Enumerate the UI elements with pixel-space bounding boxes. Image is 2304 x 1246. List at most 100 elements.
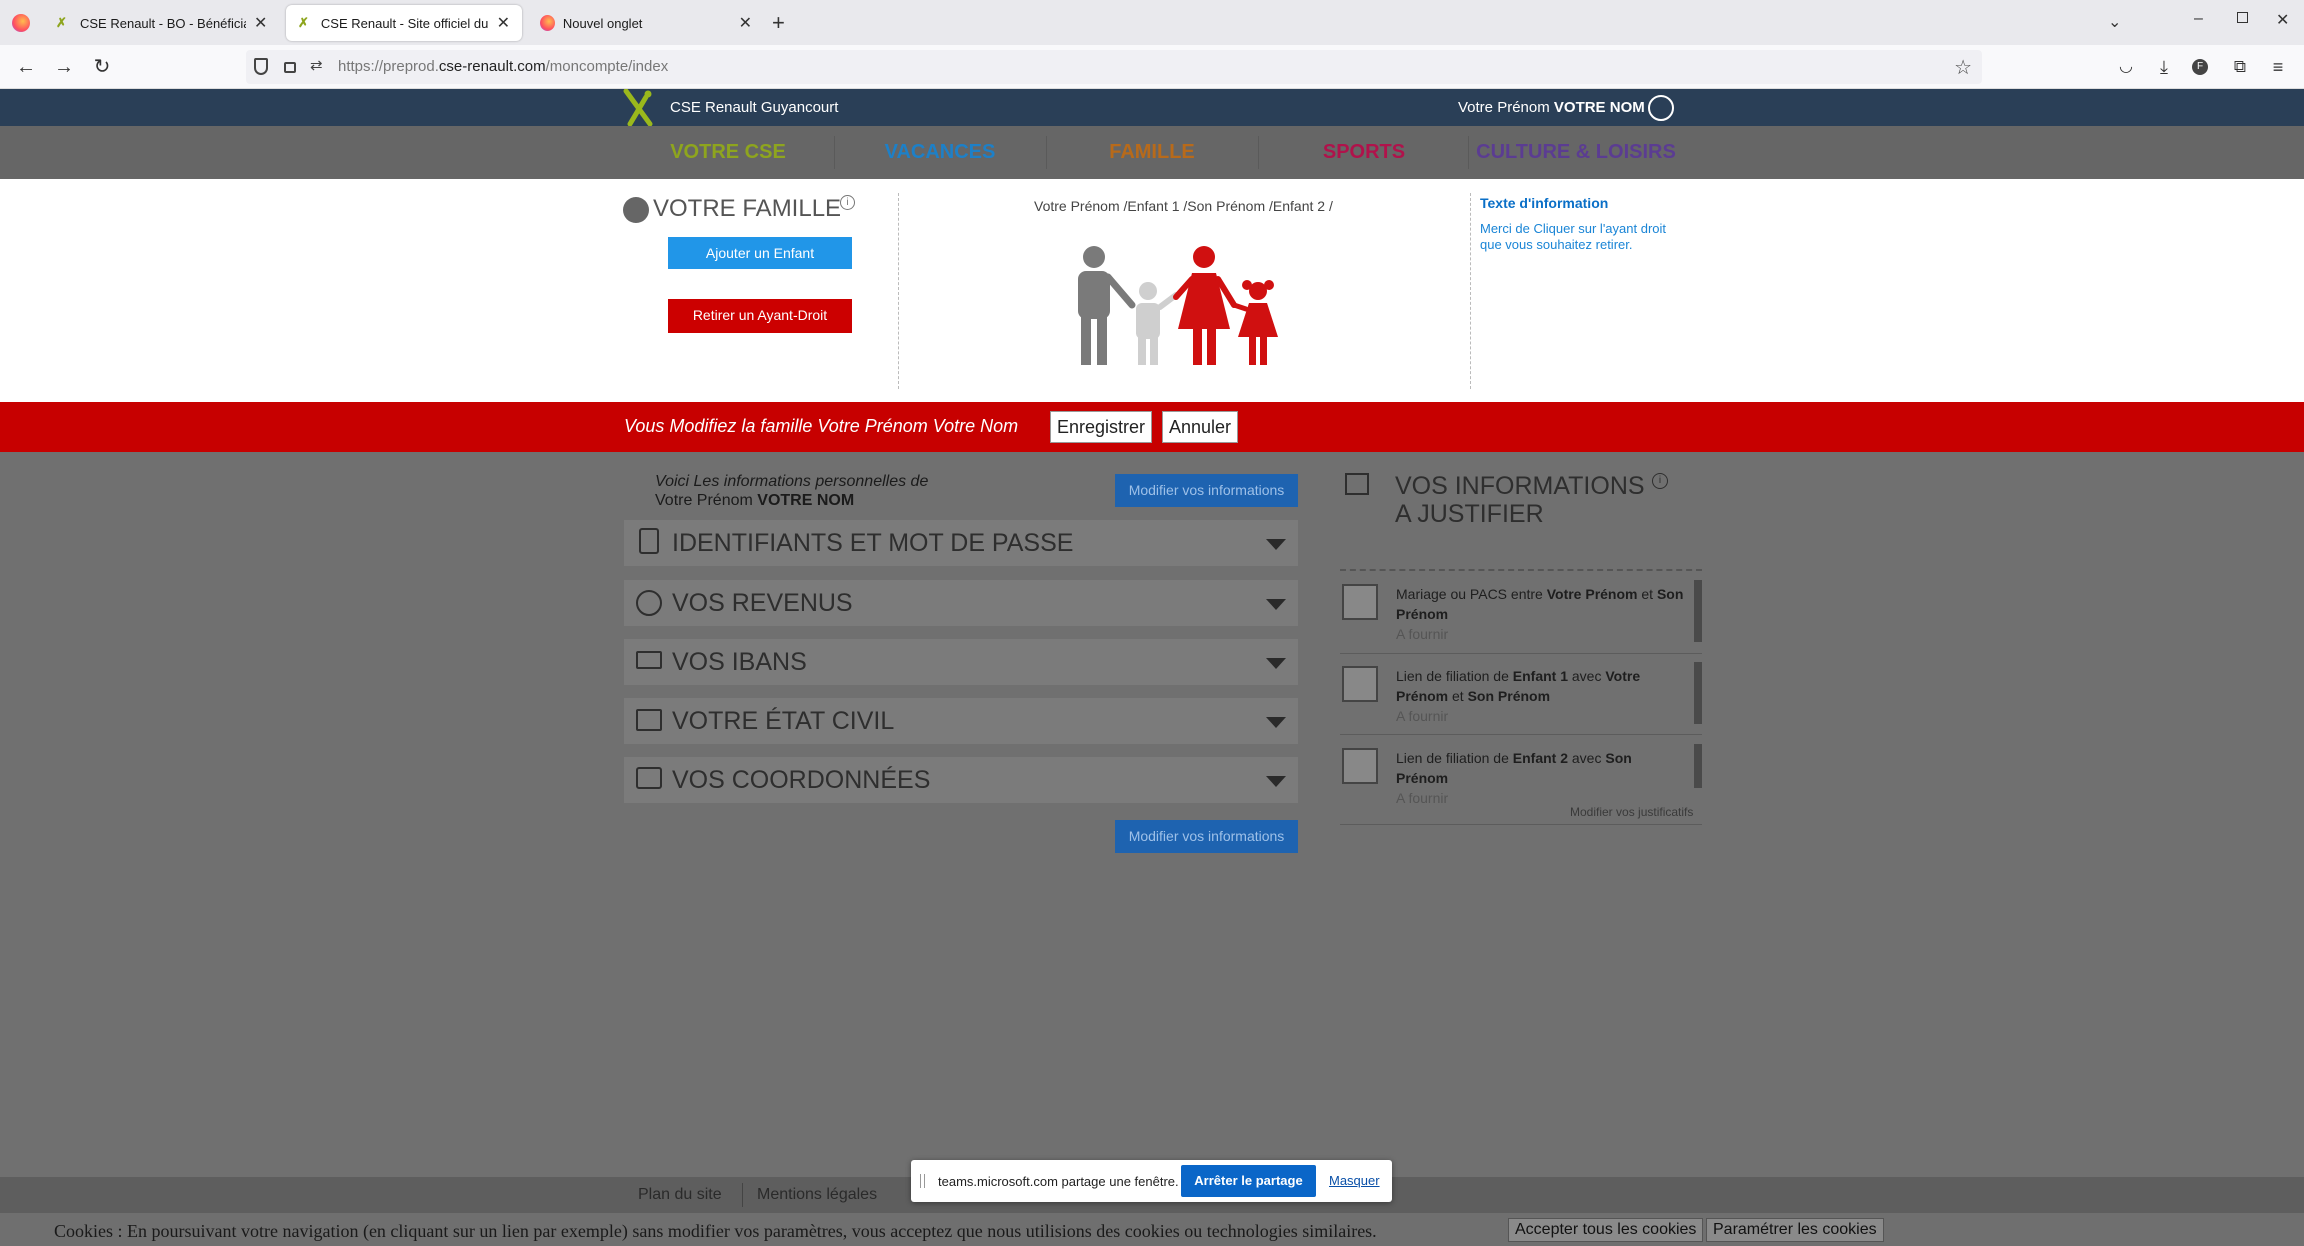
screen-share-popup: teams.microsoft.com partage une fenêtre.… — [911, 1160, 1392, 1202]
lock-icon[interactable] — [284, 62, 296, 73]
shield-icon[interactable] — [254, 58, 268, 75]
save-button[interactable]: Enregistrer — [1050, 411, 1153, 443]
restore-icon[interactable] — [2237, 12, 2248, 23]
accordion-title: VOS IBANS — [672, 648, 807, 676]
menu-famille[interactable]: FAMILLE — [1046, 126, 1258, 179]
footer-link-mentions[interactable]: Mentions légales — [757, 1186, 877, 1204]
footer-link-plan[interactable]: Plan du site — [638, 1186, 722, 1204]
account-icon[interactable]: F — [2192, 59, 2208, 75]
cancel-button[interactable]: Annuler — [1162, 411, 1239, 443]
bookmark-star-icon[interactable]: ☆ — [1954, 55, 1972, 80]
accordion-identifiants[interactable]: IDENTIFIANTS ET MOT DE PASSE — [624, 520, 1298, 566]
site-title[interactable]: CSE Renault Guyancourt — [670, 99, 838, 116]
close-window-icon[interactable]: ✕ — [2276, 10, 2289, 30]
wallet-icon — [636, 767, 662, 789]
status-bar — [1694, 580, 1702, 642]
url-bar[interactable]: ⇄ https://preprod.cse-renault.com/moncom… — [246, 50, 1982, 84]
justify-item[interactable]: Lien de filiation de Enfant 2 avec Son P… — [1340, 744, 1702, 806]
menu-vacances[interactable]: VACANCES — [834, 126, 1046, 179]
user-icon[interactable] — [1648, 95, 1674, 121]
footer-divider — [742, 1183, 743, 1207]
close-tab-icon[interactable]: ✕ — [497, 13, 510, 33]
chevron-down-icon[interactable] — [1266, 658, 1286, 669]
edit-family-text: Vous Modifiez la famille Votre Prénom Vo… — [624, 416, 1019, 436]
cookie-banner: Cookies : En poursuivant votre navigatio… — [0, 1213, 2304, 1246]
cookie-settings-button[interactable]: Paramétrer les cookies — [1706, 1218, 1884, 1242]
menu-icon[interactable]: ≡ — [2266, 55, 2290, 79]
family-title: VOTRE FAMILLE — [653, 195, 842, 222]
forward-icon[interactable]: → — [52, 55, 76, 79]
cse-logo[interactable] — [620, 89, 656, 126]
close-tab-icon[interactable]: ✕ — [254, 13, 267, 33]
accordion-revenus[interactable]: VOS REVENUS — [624, 580, 1298, 626]
drag-handle-icon[interactable] — [920, 1174, 925, 1188]
divider — [1340, 824, 1702, 825]
accept-cookies-button[interactable]: Accepter tous les cookies — [1508, 1218, 1704, 1242]
id-card-icon — [636, 709, 662, 731]
firefox-favicon — [540, 15, 555, 31]
document-icon — [1342, 584, 1378, 620]
justify-item-text: Lien de filiation de Enfant 2 avec Son P… — [1396, 750, 1632, 806]
family-illustration[interactable] — [1068, 245, 1286, 365]
accordion-etat-civil[interactable]: VOTRE ÉTAT CIVIL — [624, 698, 1298, 744]
site-header: CSE Renault Guyancourt Votre Prénom VOTR… — [0, 89, 2304, 126]
pocket-icon[interactable]: ◡ — [2114, 55, 2138, 79]
family-icon — [623, 197, 649, 223]
tab-label: CSE Renault - Site officiel du Co — [320, 15, 489, 31]
reload-icon[interactable]: ↻ — [90, 55, 114, 79]
new-tab-icon[interactable]: + — [772, 10, 785, 36]
justify-item[interactable]: Lien de filiation de Enfant 1 avec Votre… — [1340, 662, 1702, 724]
modify-info-button-top[interactable]: Modifier vos informations — [1115, 474, 1298, 507]
family-breadcrumb: Votre Prénom /Enfant 1 /Son Prénom /Enfa… — [1034, 198, 1333, 214]
divider — [1340, 569, 1702, 571]
intro-first: Votre Prénom — [655, 492, 753, 509]
modify-documents-link[interactable]: Modifier vos justificatifs — [1570, 805, 1693, 819]
firefox-icon[interactable] — [12, 14, 30, 32]
close-tab-icon[interactable]: ✕ — [739, 13, 752, 33]
intro-last: VOTRE NOM — [757, 492, 855, 509]
tab-bo-beneficiaires[interactable]: ✗ CSE Renault - BO - Bénéficiaires ✕ — [44, 5, 280, 41]
divider — [1340, 734, 1702, 735]
status-bar — [1694, 744, 1702, 788]
downloads-icon[interactable]: ⤓ — [2152, 55, 2176, 79]
justify-item[interactable]: Mariage ou PACS entre Votre Prénom et So… — [1340, 580, 1702, 642]
son-figure — [1136, 282, 1179, 365]
info-icon[interactable]: i — [840, 195, 855, 210]
card-icon — [636, 651, 662, 669]
menu-culture-loisirs[interactable]: CULTURE & LOISIRS — [1468, 126, 1684, 179]
personal-intro: Voici Les informations personnelles de V… — [655, 472, 928, 510]
accordion-title: VOS REVENUS — [672, 589, 853, 617]
chevron-down-icon[interactable] — [1266, 776, 1286, 787]
permissions-icon[interactable]: ⇄ — [310, 56, 323, 74]
menu-sports[interactable]: SPORTS — [1258, 126, 1470, 179]
accordion-title: VOTRE ÉTAT CIVIL — [672, 707, 895, 735]
url-text[interactable]: https://preprod.cse-renault.com/moncompt… — [338, 58, 668, 75]
extensions-icon[interactable]: ⧉ — [2228, 55, 2252, 79]
chevron-down-icon[interactable] — [1266, 539, 1286, 550]
accordion-coordonnees[interactable]: VOS COORDONNÉES — [624, 757, 1298, 803]
minimize-icon[interactable]: – — [2194, 10, 2203, 28]
accordion-title: VOS COORDONNÉES — [672, 766, 931, 794]
family-panel: VOTRE FAMILLE i Ajouter un Enfant Retire… — [0, 179, 2304, 402]
chevron-down-icon[interactable] — [1266, 717, 1286, 728]
modify-info-button-bottom[interactable]: Modifier vos informations — [1115, 820, 1298, 853]
back-icon[interactable]: ← — [14, 55, 38, 79]
chevron-down-icon[interactable] — [1266, 599, 1286, 610]
tab-label: Nouvel onglet — [562, 15, 643, 31]
stop-sharing-button[interactable]: Arrêter le partage — [1181, 1165, 1316, 1197]
cse-favicon: ✗ — [56, 15, 67, 30]
remove-beneficiary-button[interactable]: Retirer un Ayant-Droit — [668, 299, 852, 333]
tab-site-officiel[interactable]: ✗ CSE Renault - Site officiel du Co ✕ — [286, 5, 522, 41]
tab-nouvel-onglet[interactable]: Nouvel onglet ✕ — [528, 5, 764, 41]
info-icon[interactable]: i — [1652, 473, 1668, 489]
user-name[interactable]: Votre Prénom VOTRE NOM — [1458, 99, 1645, 116]
accordion-title: IDENTIFIANTS ET MOT DE PASSE — [672, 529, 1074, 557]
daughter-figure — [1231, 280, 1278, 365]
accordion-ibans[interactable]: VOS IBANS — [624, 639, 1298, 685]
hide-link[interactable]: Masquer — [1329, 1173, 1380, 1188]
add-child-button[interactable]: Ajouter un Enfant — [668, 237, 852, 269]
divider — [1470, 193, 1471, 389]
menu-votre-cse[interactable]: VOTRE CSE — [622, 126, 834, 179]
list-tabs-icon[interactable]: ⌄ — [2108, 12, 2121, 32]
father-figure — [1078, 246, 1136, 365]
